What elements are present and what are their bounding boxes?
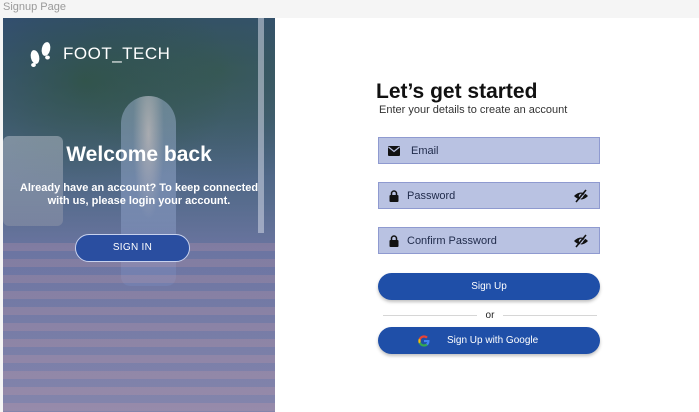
hero-panel: FOOT_TECH Welcome back Already have an a… — [3, 18, 275, 412]
frame-label: Signup Page — [3, 1, 66, 13]
google-sign-up-label: Sign Up with Google — [447, 335, 539, 346]
password-placeholder: Password — [407, 189, 456, 202]
password-field[interactable]: Password — [378, 182, 600, 209]
signup-page: FOOT_TECH Welcome back Already have an a… — [3, 18, 699, 412]
divider-line-left — [383, 314, 477, 316]
envelope-icon — [387, 144, 401, 158]
lock-icon — [387, 189, 401, 203]
sign-in-button[interactable]: SIGN IN — [75, 234, 190, 262]
page-title: Let’s get started — [376, 80, 538, 103]
or-divider: or — [383, 309, 597, 321]
welcome-subtext: Already have an account? To keep connect… — [19, 182, 259, 207]
lock-icon — [387, 234, 401, 248]
hero-photo-crosswalk — [3, 243, 275, 412]
welcome-heading: Welcome back — [66, 143, 212, 166]
eye-slash-icon[interactable] — [573, 189, 589, 203]
confirm-password-field[interactable]: Confirm Password — [378, 227, 600, 254]
email-placeholder: Email — [411, 144, 439, 157]
google-sign-up-button[interactable]: Sign Up with Google — [378, 327, 600, 354]
divider-line-right — [503, 314, 597, 316]
footprints-icon — [30, 42, 51, 67]
google-icon — [418, 334, 430, 347]
page-subtitle: Enter your details to create an account — [379, 104, 568, 116]
brand: FOOT_TECH — [27, 40, 170, 68]
brand-name: FOOT_TECH — [63, 44, 171, 63]
confirm-password-placeholder: Confirm Password — [407, 234, 497, 247]
divider-text: or — [485, 309, 495, 321]
email-field[interactable]: Email — [378, 137, 600, 164]
eye-slash-icon[interactable] — [573, 234, 589, 248]
sign-up-button[interactable]: Sign Up — [378, 273, 600, 300]
